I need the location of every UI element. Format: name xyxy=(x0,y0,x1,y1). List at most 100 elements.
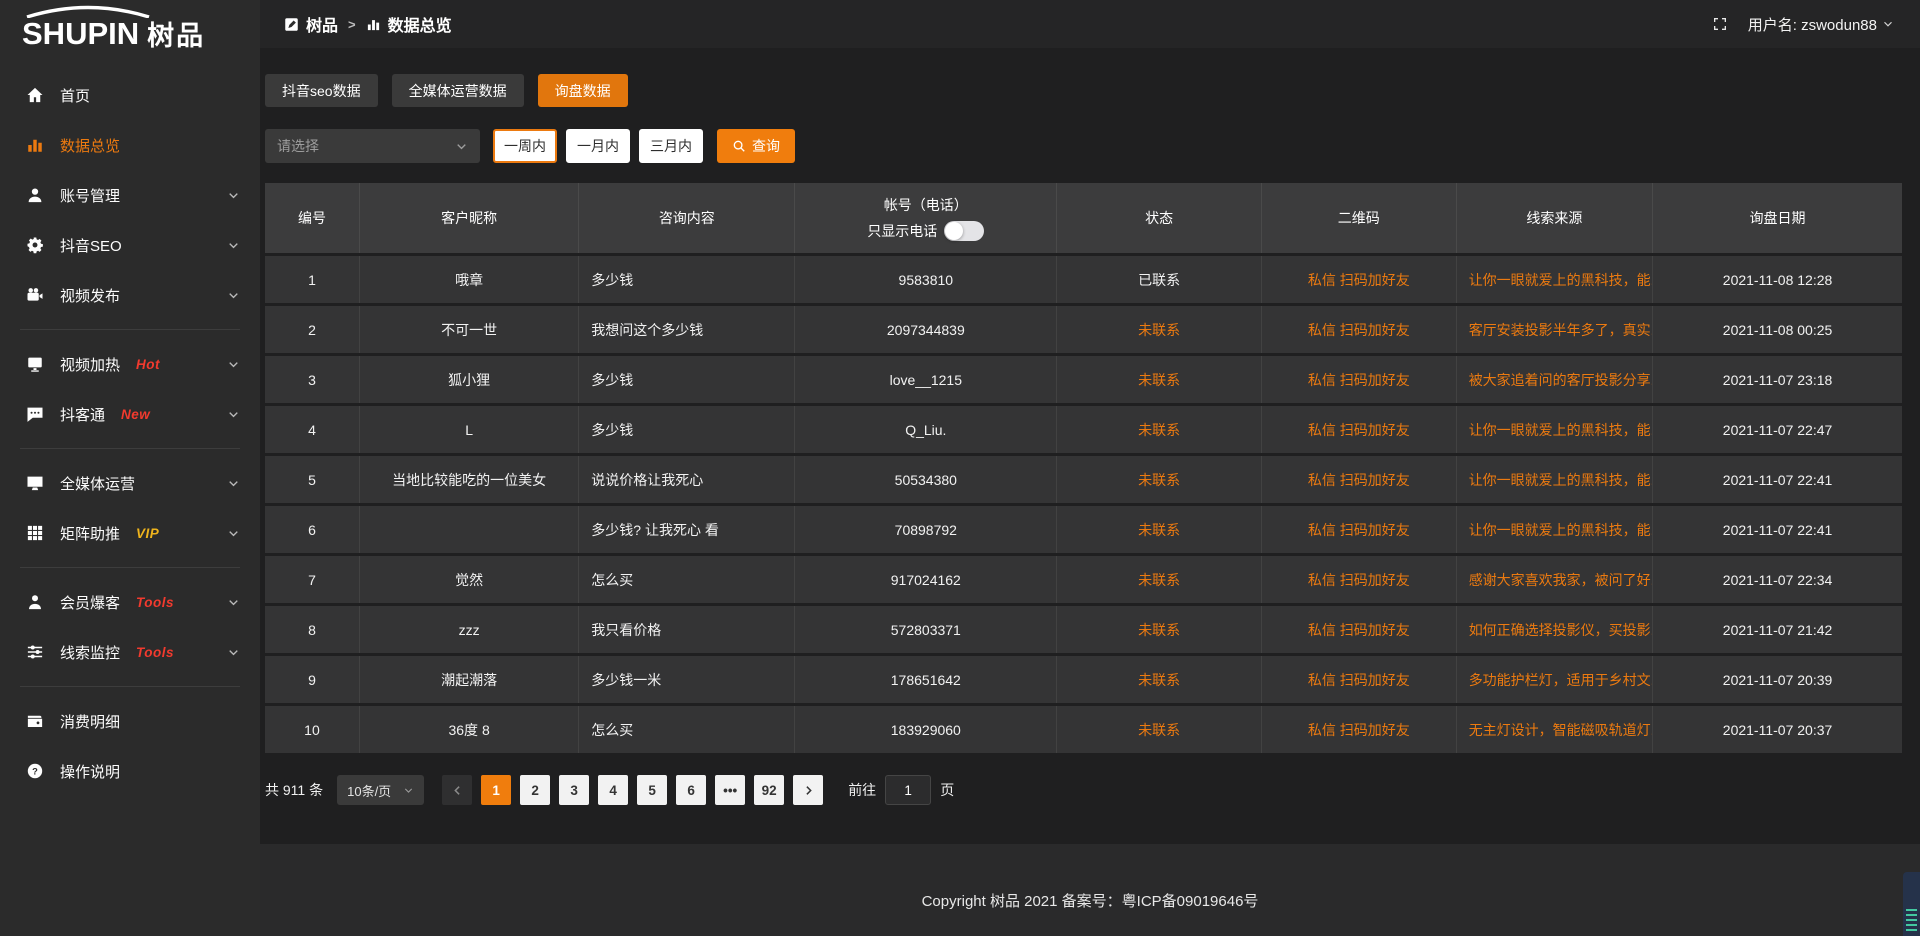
sidebar-item-doukoutong[interactable]: 抖客通New xyxy=(0,389,260,439)
sidebar-item-badge: Tools xyxy=(136,645,174,660)
source-link[interactable]: 多功能护栏灯，适用于乡村文... xyxy=(1457,656,1653,703)
source-link[interactable]: 无主灯设计，智能磁吸轨道灯... xyxy=(1457,706,1653,753)
cell-content: 怎么买 xyxy=(579,706,795,753)
sidebar: SHUPIN 树品 首页数据总览账号管理抖音SEO 视频发布视频加热Hot抖客通N… xyxy=(0,0,260,936)
cell-content: 多少钱 xyxy=(579,356,795,403)
chat-widget-tab[interactable] xyxy=(1903,872,1920,936)
sidebar-item-label: 操作说明 xyxy=(60,761,120,782)
chevron-down-icon xyxy=(227,477,240,490)
qrcode-link[interactable]: 私信 扫码加好友 xyxy=(1262,406,1457,453)
cell-content: 多少钱一米 xyxy=(579,656,795,703)
sidebar-item-douyin-seo[interactable]: 抖音SEO xyxy=(0,220,260,270)
page-button-4[interactable]: 4 xyxy=(598,775,628,805)
source-link[interactable]: 感谢大家喜欢我家，被问了好... xyxy=(1457,556,1653,603)
next-page-button[interactable] xyxy=(793,775,823,805)
sidebar-item-video-publish[interactable]: 视频发布 xyxy=(0,270,260,320)
sidebar-item-lead-monitor[interactable]: 线索监控 Tools xyxy=(0,627,260,677)
sidebar-item-account-management[interactable]: 账号管理 xyxy=(0,170,260,220)
source-link[interactable]: 被大家追着问的客厅投影分享... xyxy=(1457,356,1653,403)
qrcode-link[interactable]: 私信 扫码加好友 xyxy=(1262,556,1457,603)
sidebar-item-matrix-boost[interactable]: 矩阵助推VIP xyxy=(0,508,260,558)
goto-page-input[interactable] xyxy=(885,775,931,805)
cell-no: 1 xyxy=(265,256,360,303)
column-header-qrcode: 二维码 xyxy=(1262,183,1457,253)
cell-account: 178651642 xyxy=(795,656,1057,703)
qrcode-link[interactable]: 私信 扫码加好友 xyxy=(1262,356,1457,403)
chevron-right-icon xyxy=(802,784,815,797)
source-link[interactable]: 让你一眼就爱上的黑科技，能... xyxy=(1457,256,1653,303)
breadcrumb-item[interactable]: 数据总览 xyxy=(366,12,452,36)
qrcode-link[interactable]: 私信 扫码加好友 xyxy=(1262,656,1457,703)
qrcode-link[interactable]: 私信 扫码加好友 xyxy=(1262,606,1457,653)
chevron-down-icon xyxy=(227,646,240,659)
qrcode-link[interactable]: 私信 扫码加好友 xyxy=(1262,456,1457,503)
qrcode-link[interactable]: 私信 扫码加好友 xyxy=(1262,256,1457,303)
sidebar-item-data-overview[interactable]: 数据总览 xyxy=(0,120,260,170)
page-button-92[interactable]: 92 xyxy=(754,775,784,805)
phone-only-toggle[interactable] xyxy=(944,221,984,241)
sidebar-item-label: 视频加热 xyxy=(60,354,120,375)
cell-account: love__1215 xyxy=(795,356,1057,403)
status-badge: 未联系 xyxy=(1057,456,1262,503)
page-size-select[interactable]: 10条/页 xyxy=(337,775,424,805)
tab-inquiry-data[interactable]: 询盘数据 xyxy=(538,74,628,107)
chevron-down-icon xyxy=(227,596,240,609)
cell-no: 6 xyxy=(265,506,360,553)
qrcode-link[interactable]: 私信 扫码加好友 xyxy=(1262,706,1457,753)
cell-nickname: 哦章 xyxy=(360,256,579,303)
breadcrumb-separator: > xyxy=(348,17,356,32)
page-footer: Copyright 树品 2021 备案号：粤ICP备09019646号 xyxy=(260,844,1920,936)
cell-account: 70898792 xyxy=(795,506,1057,553)
user-icon xyxy=(26,186,44,204)
source-link[interactable]: 让你一眼就爱上的黑科技，能... xyxy=(1457,506,1653,553)
user-menu[interactable]: 用户名: zswodun88 xyxy=(1748,14,1894,35)
fullscreen-icon[interactable] xyxy=(1712,16,1728,32)
sidebar-item-label: 线索监控 xyxy=(60,642,120,663)
table-row: 9潮起潮落多少钱一米178651642未联系私信 扫码加好友多功能护栏灯，适用于… xyxy=(265,656,1902,703)
table-body: 1哦章多少钱9583810已联系私信 扫码加好友让你一眼就爱上的黑科技，能...… xyxy=(265,256,1902,753)
status-badge: 未联系 xyxy=(1057,656,1262,703)
status-badge: 未联系 xyxy=(1057,706,1262,753)
sidebar-item-member-baoke[interactable]: 会员爆客Tools xyxy=(0,577,260,627)
range-button-one-week[interactable]: 一周内 xyxy=(493,129,557,163)
chevron-down-icon xyxy=(227,408,240,421)
breadcrumb-item[interactable]: 树品 xyxy=(284,12,338,36)
range-button-one-month[interactable]: 一月内 xyxy=(566,129,630,163)
sidebar-item-label: 会员爆客 xyxy=(60,592,120,613)
cell-content: 我想问这个多少钱 xyxy=(579,306,795,353)
chevron-down-icon xyxy=(227,239,240,252)
page-button-1[interactable]: 1 xyxy=(481,775,511,805)
sidebar-item-video-heating[interactable]: 视频加热Hot xyxy=(0,339,260,389)
cell-date: 2021-11-07 22:41 xyxy=(1653,456,1902,503)
more-pages-button[interactable]: ••• xyxy=(715,775,745,805)
sidebar-item-consumption-detail[interactable]: 消费明细 xyxy=(0,696,260,746)
page-button-6[interactable]: 6 xyxy=(676,775,706,805)
tab-media-operation-data[interactable]: 全媒体运营数据 xyxy=(392,74,524,107)
goto-suffix: 页 xyxy=(940,780,954,800)
tab-douyin-seo-data[interactable]: 抖音seo数据 xyxy=(265,74,378,107)
app-logo[interactable]: SHUPIN 树品 xyxy=(0,0,260,58)
prev-page-button[interactable] xyxy=(442,775,472,805)
grid-icon xyxy=(26,524,44,542)
page-button-5[interactable]: 5 xyxy=(637,775,667,805)
filter-select[interactable]: 请选择 xyxy=(265,129,480,163)
sidebar-item-label: 视频发布 xyxy=(60,285,120,306)
source-link[interactable]: 让你一眼就爱上的黑科技，能... xyxy=(1457,456,1653,503)
sidebar-item-operation-guide[interactable]: ?操作说明 xyxy=(0,746,260,796)
range-button-three-months[interactable]: 三月内 xyxy=(639,129,703,163)
chevron-down-icon xyxy=(403,785,414,796)
source-link[interactable]: 客厅安装投影半年多了，真实... xyxy=(1457,306,1653,353)
source-link[interactable]: 让你一眼就爱上的黑科技，能... xyxy=(1457,406,1653,453)
page-button-3[interactable]: 3 xyxy=(559,775,589,805)
search-button[interactable]: 查询 xyxy=(717,129,795,163)
qrcode-link[interactable]: 私信 扫码加好友 xyxy=(1262,506,1457,553)
sidebar-item-home[interactable]: 首页 xyxy=(0,70,260,120)
cell-account: 2097344839 xyxy=(795,306,1057,353)
source-link[interactable]: 如何正确选择投影仪，买投影... xyxy=(1457,606,1653,653)
cell-content: 我只看价格 xyxy=(579,606,795,653)
cell-nickname: 不可一世 xyxy=(360,306,579,353)
table-row: 4L多少钱Q_Liu.未联系私信 扫码加好友让你一眼就爱上的黑科技，能...20… xyxy=(265,406,1902,453)
qrcode-link[interactable]: 私信 扫码加好友 xyxy=(1262,306,1457,353)
sidebar-item-all-media-operation[interactable]: 全媒体运营 xyxy=(0,458,260,508)
page-button-2[interactable]: 2 xyxy=(520,775,550,805)
